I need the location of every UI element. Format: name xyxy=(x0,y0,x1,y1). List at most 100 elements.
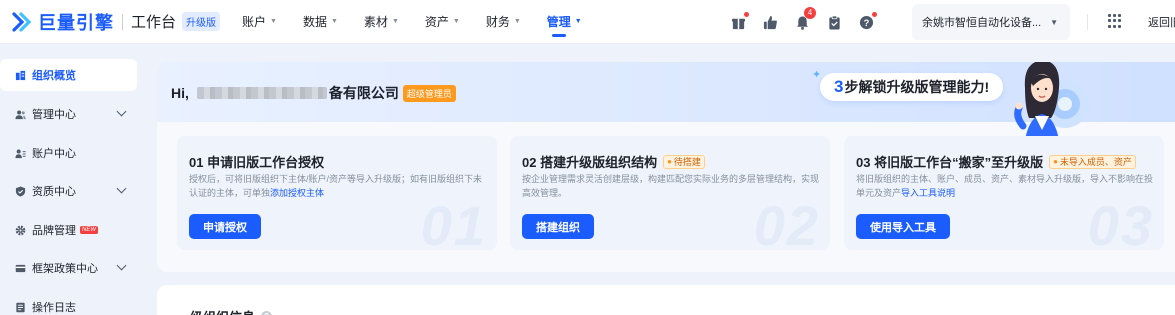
help-icon[interactable]: ? xyxy=(858,12,877,30)
notification-dot xyxy=(872,12,877,17)
company-select-value: 余姚市智恒自动化设备... xyxy=(922,17,1042,29)
app-grid-icon[interactable] xyxy=(1108,14,1122,28)
bell-icon[interactable]: 4 xyxy=(794,7,816,30)
sidebar-item-label: 组织概览 xyxy=(32,70,76,82)
caret-down-icon: ▼ xyxy=(452,18,460,25)
new-badge: NEW xyxy=(80,226,98,234)
status-tag-text: 待搭建 xyxy=(673,156,701,167)
notification-dot xyxy=(744,12,749,17)
nav-label: 财务 xyxy=(485,15,510,29)
step-number-watermark: 03 xyxy=(1087,194,1154,250)
status-tag-text: 未导入成员、资产 xyxy=(1059,156,1132,167)
upgrade-guide-panel: Hi, 备有限公司 超级管理员 ✦ 3 步解锁升级版管理能力! 01 申请旧版工… xyxy=(157,62,1175,272)
nav-item-assets[interactable]: 资产 ▼ xyxy=(425,0,460,44)
sparkle-icon: ✦ xyxy=(812,69,822,81)
notification-count-badge: 4 xyxy=(804,7,816,19)
panel-header: Hi, 备有限公司 超级管理员 ✦ 3 步解锁升级版管理能力! xyxy=(157,62,1175,158)
sidebar-item-label: 操作日志 xyxy=(32,302,76,314)
org-info-panel: 一级组织信息 ? xyxy=(157,285,1175,315)
caret-down-icon: ▼ xyxy=(391,18,399,25)
toolbar-icons: 4 ? xyxy=(730,0,890,44)
sidebar-item-label: 资质中心 xyxy=(32,186,76,198)
section-title: 一级组织信息 ? xyxy=(177,307,273,315)
app-name: 工作台 xyxy=(131,14,177,31)
sidebar: 组织概览 管理中心 账户中心 资质中心 品牌管理 NEW 框架政策中心 操作日志 xyxy=(0,52,145,315)
sidebar-item-org-overview[interactable]: 组织概览 xyxy=(0,59,137,91)
step-title: 01 申请旧版工作台授权 xyxy=(189,152,324,171)
role-badge: 超级管理员 xyxy=(402,84,456,102)
divider xyxy=(1087,14,1088,30)
account-icon xyxy=(14,147,26,159)
import-tool-guide-link[interactable]: 导入工具说明 xyxy=(901,188,955,198)
warning-icon: ● xyxy=(667,156,672,166)
promo-banner: 3 步解锁升级版管理能力! xyxy=(820,73,1004,101)
nav-item-material[interactable]: 素材 ▼ xyxy=(364,0,399,44)
chevron-down-icon xyxy=(116,260,127,271)
top-navigation-bar: 巨量引擎 工作台 升级版 账户 ▼ 数据 ▼ 素材 ▼ 资产 ▼ 财务 ▼ 管理 ▼ 4 ? xyxy=(0,0,1175,44)
step-title-text: 02 搭建升级版组织结构 xyxy=(522,155,658,170)
nav-label: 管理 xyxy=(546,15,571,29)
step-title-text: 03 将旧版工作台“搬家”至升级版 xyxy=(856,155,1044,170)
divider xyxy=(122,13,123,30)
greeting: Hi, 备有限公司 超级管理员 xyxy=(171,83,456,103)
company-name-suffix: 备有限公司 xyxy=(328,85,399,101)
nav-label: 资产 xyxy=(424,15,449,29)
step-card-3: 03 将旧版工作台“搬家”至升级版 ● 未导入成员、资产 将旧版组织的主体、账户、… xyxy=(844,136,1164,250)
greeting-prefix: Hi, xyxy=(171,85,189,101)
step-title-text: 01 申请旧版工作台授权 xyxy=(189,155,325,170)
nav-label: 账户 xyxy=(242,15,267,29)
sidebar-item-account-center[interactable]: 账户中心 xyxy=(0,137,137,169)
nav-label: 数据 xyxy=(302,15,327,29)
sidebar-item-label: 框架政策中心 xyxy=(32,263,98,275)
sidebar-item-label: 账户中心 xyxy=(32,148,76,160)
status-tag: ● 待搭建 xyxy=(663,154,705,169)
org-icon xyxy=(14,69,26,81)
redacted-company-name xyxy=(196,87,327,99)
use-import-tool-button[interactable]: 使用导入工具 xyxy=(856,214,950,239)
gear-icon xyxy=(14,224,26,236)
sidebar-item-qualification-center[interactable]: 资质中心 xyxy=(0,175,137,207)
sidebar-item-framework-policy-center[interactable]: 框架政策中心 xyxy=(0,252,137,284)
step-title: 02 搭建升级版组织结构 ● 待搭建 xyxy=(522,152,705,171)
sidebar-item-management-center[interactable]: 管理中心 xyxy=(0,98,137,130)
sidebar-item-brand-management[interactable]: 品牌管理 NEW xyxy=(0,214,137,246)
step-title: 03 将旧版工作台“搬家”至升级版 ● 未导入成员、资产 xyxy=(856,152,1136,171)
sidebar-item-label: 管理中心 xyxy=(32,109,76,121)
clipboard-icon[interactable] xyxy=(826,14,842,30)
logo-text: 巨量引擎 xyxy=(38,12,114,33)
caret-down-icon: ▼ xyxy=(270,18,277,25)
caret-down-icon: ▼ xyxy=(1050,17,1058,27)
status-tag: ● 未导入成员、资产 xyxy=(1049,154,1136,169)
upgrade-tag: 升级版 xyxy=(182,12,221,31)
logo[interactable]: 巨量引擎 xyxy=(10,9,114,35)
main-nav: 账户 ▼ 数据 ▼ 素材 ▼ 资产 ▼ 财务 ▼ 管理 ▼ xyxy=(242,0,608,44)
caret-down-icon: ▼ xyxy=(574,18,582,25)
step-card-1: 01 申请旧版工作台授权 授权后，可将旧版组织下主体/账户/资产等导入升级版；如… xyxy=(177,136,497,250)
card-icon xyxy=(14,262,26,274)
users-icon xyxy=(14,108,26,120)
promo-text: 步解锁升级版管理能力! xyxy=(844,79,990,95)
nav-item-data[interactable]: 数据 ▼ xyxy=(303,0,338,44)
nav-item-finance[interactable]: 财务 ▼ xyxy=(486,0,521,44)
step-number-watermark: 02 xyxy=(753,194,820,250)
sidebar-item-label: 品牌管理 xyxy=(32,225,76,237)
company-select[interactable]: 余姚市智恒自动化设备... ▼ xyxy=(912,4,1070,40)
chevron-down-icon xyxy=(116,183,127,194)
chevron-down-icon xyxy=(116,106,127,117)
gift-icon[interactable] xyxy=(730,12,749,30)
caret-down-icon: ▼ xyxy=(330,18,338,25)
logo-icon xyxy=(10,10,34,34)
section-title-text: 一级组织信息 xyxy=(177,307,255,315)
help-icon[interactable]: ? xyxy=(261,311,273,315)
warning-icon: ● xyxy=(1053,156,1058,166)
add-authorized-entity-link[interactable]: 添加授权主体 xyxy=(270,188,324,198)
nav-item-account[interactable]: 账户 ▼ xyxy=(242,0,277,44)
back-to-old-version-link[interactable]: 返回旧 xyxy=(1148,14,1175,30)
nav-item-manage[interactable]: 管理 ▼ xyxy=(547,0,582,44)
apply-authorization-button[interactable]: 申请授权 xyxy=(189,214,261,239)
thumb-icon[interactable] xyxy=(762,14,778,30)
svg-text:?: ? xyxy=(863,17,869,27)
shield-icon xyxy=(14,185,26,197)
sidebar-item-operation-log[interactable]: 操作日志 xyxy=(0,291,137,315)
build-organization-button[interactable]: 搭建组织 xyxy=(522,214,594,239)
